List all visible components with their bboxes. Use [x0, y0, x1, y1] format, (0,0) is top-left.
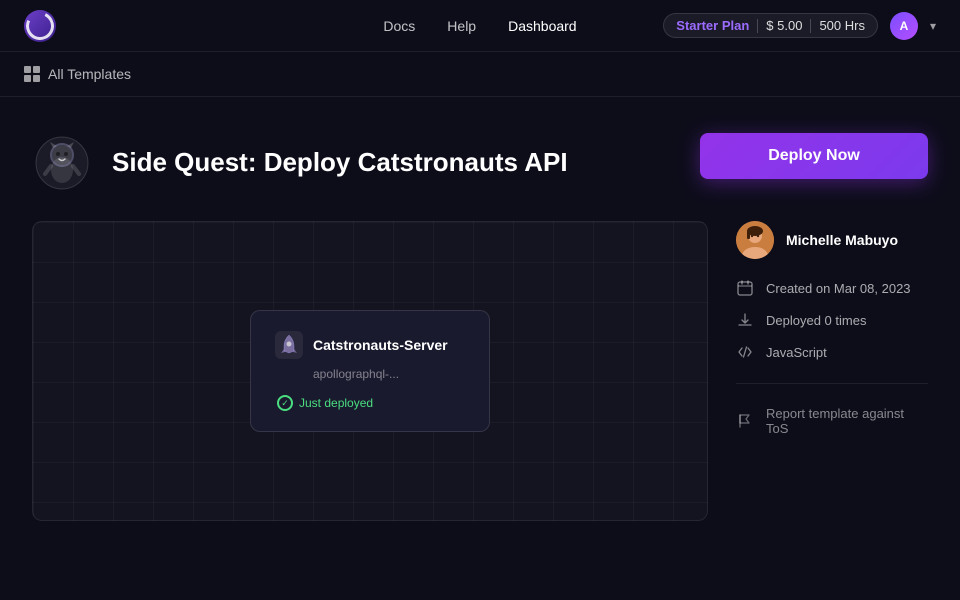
meta-report[interactable]: Report template against ToS	[736, 406, 928, 436]
author-avatar	[736, 221, 774, 259]
canvas-panel: Catstronauts-Server apollographql-... ✓ …	[32, 221, 708, 521]
hero-section: Side Quest: Deploy Catstronauts API Depl…	[0, 97, 960, 221]
main-content: Catstronauts-Server apollographql-... ✓ …	[0, 221, 960, 521]
navbar: Docs Help Dashboard Starter Plan $ 5.00 …	[0, 0, 960, 52]
meta-deployed: Deployed 0 times	[736, 311, 928, 329]
meta-created: Created on Mar 08, 2023	[736, 279, 928, 297]
avatar[interactable]: A	[890, 12, 918, 40]
nav-docs[interactable]: Docs	[383, 18, 415, 34]
plan-name: Starter Plan	[676, 18, 749, 33]
meta-language: JavaScript	[736, 343, 928, 361]
service-card-header: Catstronauts-Server	[275, 331, 465, 359]
plan-cost: $ 5.00	[766, 18, 802, 33]
service-status: ✓ Just deployed	[277, 395, 465, 411]
status-check-icon: ✓	[277, 395, 293, 411]
page-title: Side Quest: Deploy Catstronauts API	[112, 147, 568, 178]
author-row: Michelle Mabuyo	[736, 221, 928, 259]
service-description: apollographql-...	[313, 367, 465, 381]
nav-right: Starter Plan $ 5.00 500 Hrs A ▾	[663, 12, 936, 40]
breadcrumb[interactable]: All Templates	[24, 66, 936, 82]
hero-left: Side Quest: Deploy Catstronauts API	[32, 133, 568, 193]
calendar-icon	[736, 279, 754, 297]
service-card: Catstronauts-Server apollographql-... ✓ …	[250, 310, 490, 432]
service-name: Catstronauts-Server	[313, 337, 448, 353]
author-name: Michelle Mabuyo	[786, 232, 898, 248]
logo-icon	[24, 10, 56, 42]
service-icon	[275, 331, 303, 359]
hapi-logo	[32, 133, 92, 193]
nav-dashboard[interactable]: Dashboard	[508, 18, 577, 34]
meta-list: Created on Mar 08, 2023 Deployed 0 times	[736, 279, 928, 436]
deploy-now-button[interactable]: Deploy Now	[700, 133, 928, 179]
plan-hours: 500 Hrs	[819, 18, 865, 33]
meta-deployed-text: Deployed 0 times	[766, 313, 866, 328]
nav-help[interactable]: Help	[447, 18, 476, 34]
plan-divider2	[810, 19, 811, 33]
meta-divider	[736, 383, 928, 384]
right-panel: Michelle Mabuyo Created on Mar 08, 2023	[708, 221, 928, 521]
meta-report-text[interactable]: Report template against ToS	[766, 406, 928, 436]
meta-created-text: Created on Mar 08, 2023	[766, 281, 911, 296]
flag-icon	[736, 412, 754, 430]
status-label: Just deployed	[299, 396, 373, 410]
plan-divider	[757, 19, 758, 33]
download-icon	[736, 311, 754, 329]
breadcrumb-label: All Templates	[48, 66, 131, 82]
breadcrumb-bar: All Templates	[0, 52, 960, 97]
plan-badge[interactable]: Starter Plan $ 5.00 500 Hrs	[663, 13, 878, 38]
code-icon	[736, 343, 754, 361]
grid-icon	[24, 66, 40, 82]
logo[interactable]	[24, 10, 56, 42]
nav-links: Docs Help Dashboard	[383, 18, 576, 34]
chevron-down-icon[interactable]: ▾	[930, 19, 936, 33]
meta-language-text: JavaScript	[766, 345, 827, 360]
